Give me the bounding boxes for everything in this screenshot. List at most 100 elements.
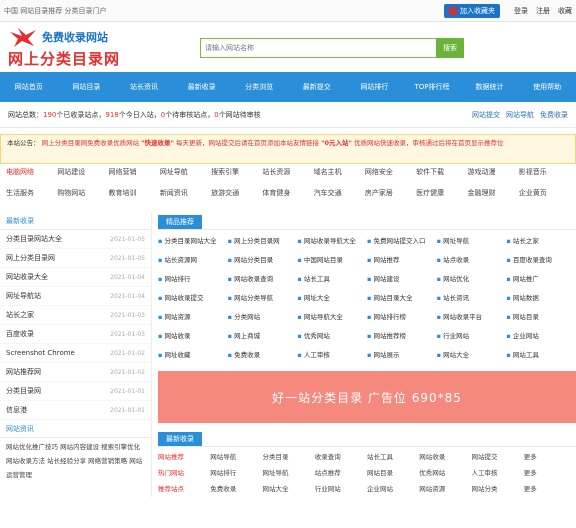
latest-item[interactable]: 热门网站 <box>158 465 210 481</box>
nav-directory[interactable]: 网站目录 <box>58 82 116 92</box>
latest-item[interactable]: 网站导航 <box>210 449 262 465</box>
featured-item[interactable]: 网站资源 <box>158 308 228 327</box>
featured-item[interactable]: 分类目录网站大全 <box>158 232 228 251</box>
bookmark-link[interactable]: 收藏 <box>558 6 572 16</box>
featured-item[interactable]: 网站收录平台 <box>437 308 507 327</box>
latest-item[interactable]: 更多 <box>524 465 576 481</box>
nav-top[interactable]: TOP排行榜 <box>403 82 461 92</box>
featured-item[interactable]: 网站收录 <box>158 327 228 346</box>
category-link[interactable]: 影视音乐 <box>519 168 570 186</box>
featured-item[interactable]: 百度收录查询 <box>506 251 576 270</box>
featured-item[interactable]: 站长之家 <box>506 232 576 251</box>
latest-row[interactable]: 站长之家 2021-01-03 <box>0 306 151 325</box>
nav-latest[interactable]: 最新收录 <box>173 82 231 92</box>
latest-item[interactable]: 免费收录 <box>210 481 262 497</box>
featured-item[interactable]: 网站收录导航大全 <box>297 232 367 251</box>
stats-free-link[interactable]: 免费收录 <box>540 110 568 120</box>
featured-item[interactable]: 网站大全 <box>437 346 507 365</box>
category-link[interactable]: 网络营销 <box>109 168 160 186</box>
featured-item[interactable]: 网站分类导航 <box>228 289 298 308</box>
latest-row[interactable]: 百度收录 2021-01-03 <box>0 325 151 344</box>
category-link[interactable]: 金融理财 <box>467 189 518 207</box>
latest-item[interactable]: 人工审核 <box>472 465 524 481</box>
search-button[interactable]: 搜索 <box>436 38 464 58</box>
featured-item[interactable]: 网站目录 <box>506 308 576 327</box>
latest-row-name[interactable]: 网上分类目录网 <box>6 249 55 267</box>
featured-item[interactable]: 网站目录大全 <box>367 289 437 308</box>
featured-item[interactable]: 网站分类目录 <box>228 251 298 270</box>
category-link[interactable]: 企业黄页 <box>519 189 570 207</box>
category-link[interactable]: 医疗健康 <box>416 189 467 207</box>
nav-home[interactable]: 网站首页 <box>0 82 58 92</box>
news-text[interactable]: 网站优化推广技巧 网站内容建设 搜索引擎优化 网站收录方法 站长经验分享 网络营… <box>0 438 151 484</box>
featured-item[interactable]: 网上商城 <box>228 327 298 346</box>
latest-item[interactable]: 行业网站 <box>315 481 367 497</box>
category-link[interactable]: 网址导航 <box>160 168 211 186</box>
featured-item[interactable]: 站长资源网 <box>158 251 228 270</box>
featured-item[interactable]: 站点收录 <box>437 251 507 270</box>
latest-item[interactable]: 网站大全 <box>263 481 315 497</box>
featured-item[interactable]: 网站收录查询 <box>228 270 298 289</box>
latest-row[interactable]: 网站收录大全 2021-01-04 <box>0 268 151 287</box>
featured-item[interactable]: 网站推荐 <box>367 251 437 270</box>
category-link[interactable]: 网络安全 <box>365 168 416 186</box>
category-link[interactable]: 教育培训 <box>109 189 160 207</box>
latest-item[interactable]: 企业网站 <box>367 481 419 497</box>
latest-item[interactable]: 优秀网站 <box>419 465 471 481</box>
tab-featured[interactable]: 精品推荐 <box>158 215 202 229</box>
featured-item[interactable]: 网址收藏 <box>158 346 228 365</box>
stats-submit-link[interactable]: 网站提交 <box>472 110 500 120</box>
latest-row-name[interactable]: 站长之家 <box>6 306 34 324</box>
featured-item[interactable]: 网站建设 <box>367 270 437 289</box>
category-link[interactable]: 旅游交通 <box>211 189 262 207</box>
latest-row[interactable]: 网址导航站 2021-01-04 <box>0 287 151 306</box>
featured-item[interactable]: 网站展示 <box>367 346 437 365</box>
latest-item[interactable]: 网站提交 <box>472 449 524 465</box>
site-logo[interactable]: 免费收录网站 网上分类目录网 <box>6 26 136 70</box>
register-link[interactable]: 注册 <box>536 6 550 16</box>
nav-browse[interactable]: 分类浏览 <box>230 82 288 92</box>
latest-row[interactable]: 信息港 2021-01-01 <box>0 401 151 420</box>
featured-item[interactable]: 站长工具 <box>297 270 367 289</box>
latest-row[interactable]: 网上分类目录网 2021-01-05 <box>0 249 151 268</box>
latest-item[interactable]: 网站资源 <box>419 481 471 497</box>
latest-row[interactable]: 分类目录网站大全 2021-01-05 <box>0 230 151 249</box>
featured-item[interactable]: 企业网站 <box>506 327 576 346</box>
featured-item[interactable]: 行业网站 <box>437 327 507 346</box>
latest-row-name[interactable]: 网址导航站 <box>6 287 41 305</box>
latest-item[interactable]: 站点推荐 <box>315 465 367 481</box>
featured-item[interactable]: 网站优化 <box>437 270 507 289</box>
category-link[interactable]: 软件下载 <box>416 168 467 186</box>
category-link[interactable]: 域名主机 <box>314 168 365 186</box>
featured-item[interactable]: 网址大全 <box>297 289 367 308</box>
featured-item[interactable]: 分类网站 <box>228 308 298 327</box>
latest-item[interactable]: 站长工具 <box>367 449 419 465</box>
nav-news[interactable]: 站长资讯 <box>115 82 173 92</box>
featured-item[interactable]: 优秀网站 <box>297 327 367 346</box>
latest-item[interactable]: 网站排行 <box>210 465 262 481</box>
latest-item[interactable]: 网站收录 <box>419 449 471 465</box>
latest-row[interactable]: 分类目录网 2021-01-01 <box>0 382 151 401</box>
latest-item[interactable]: 分类目录 <box>263 449 315 465</box>
latest-item[interactable]: 更多 <box>524 449 576 465</box>
category-link[interactable]: 电脑网络 <box>6 168 57 186</box>
category-link[interactable]: 新闻资讯 <box>160 189 211 207</box>
latest-row-name[interactable]: 分类目录网 <box>6 382 41 400</box>
category-link[interactable]: 生活服务 <box>6 189 57 207</box>
latest-row-name[interactable]: 信息港 <box>6 401 27 419</box>
latest-row-name[interactable]: 分类目录网站大全 <box>6 230 62 248</box>
nav-rank[interactable]: 网站排行 <box>346 82 404 92</box>
featured-item[interactable]: 网站数据 <box>506 289 576 308</box>
featured-item[interactable]: 网站工具 <box>506 346 576 365</box>
category-link[interactable]: 体育健身 <box>262 189 313 207</box>
featured-item[interactable]: 网站排行榜 <box>367 308 437 327</box>
stats-nav-link[interactable]: 网站导航 <box>506 110 534 120</box>
featured-item[interactable]: 网址导航 <box>437 232 507 251</box>
featured-item[interactable]: 网站排行 <box>158 270 228 289</box>
featured-item[interactable]: 站长资讯 <box>437 289 507 308</box>
latest-row[interactable]: 网站推荐网 2021-01-02 <box>0 363 151 382</box>
featured-item[interactable]: 中国网站目录 <box>297 251 367 270</box>
latest-item[interactable]: 网址导航 <box>263 465 315 481</box>
latest-item[interactable]: 推荐站点 <box>158 481 210 497</box>
latest-row-name[interactable]: 网站收录大全 <box>6 268 48 286</box>
